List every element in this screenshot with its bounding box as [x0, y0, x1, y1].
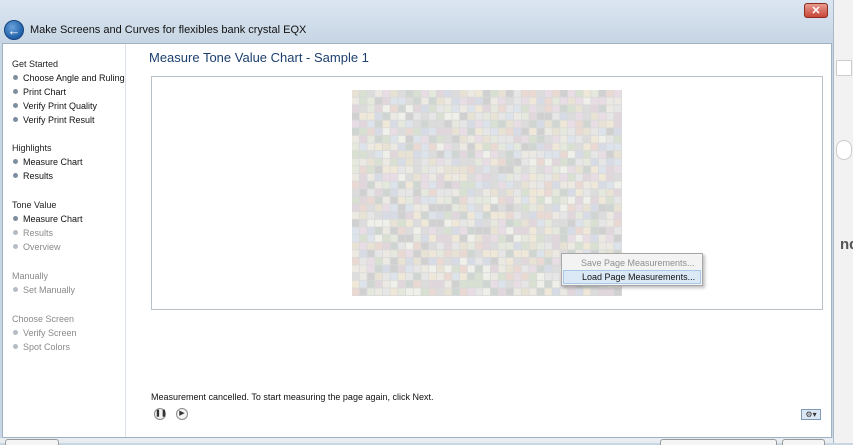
bullet-icon — [13, 330, 18, 335]
sidebar-item-label: Results — [23, 228, 54, 238]
sidebar-item-verify-print-result[interactable]: Verify Print Result — [12, 113, 125, 127]
nav-group-highlights: Highlights Measure Chart Results — [12, 141, 83, 183]
nav-heading: Manually — [12, 271, 49, 281]
play-icon: ▶ — [179, 410, 185, 417]
page-title: Measure Tone Value Chart - Sample 1 — [149, 50, 369, 65]
sidebar-item-label: Measure Chart — [23, 214, 83, 224]
play-button[interactable]: ▶ — [176, 408, 188, 420]
sidebar-item-label: Overview — [23, 242, 61, 252]
settings-dropdown-button[interactable]: ⚙▾ — [801, 409, 821, 420]
bullet-icon — [13, 344, 18, 349]
sidebar-item-label: Verify Print Quality — [23, 101, 98, 111]
background-window-control — [836, 60, 852, 76]
bullet-icon — [13, 230, 18, 235]
status-message: Measurement cancelled. To start measurin… — [151, 392, 434, 402]
context-menu: Save Page Measurements... Load Page Meas… — [561, 253, 703, 286]
sidebar-item-choose-angle[interactable]: Choose Angle and Ruling — [12, 71, 125, 85]
bullet-icon — [13, 89, 18, 94]
window-title: Make Screens and Curves for flexibles ba… — [30, 24, 307, 36]
sidebar-item-set-manually[interactable]: Set Manually — [12, 283, 75, 297]
bullet-icon — [13, 117, 18, 122]
sidebar-item-label: Print Chart — [23, 87, 67, 97]
bullet-icon — [13, 159, 18, 164]
sidebar-item-tone-results[interactable]: Results — [12, 226, 83, 240]
nav-group-get-started: Get Started Choose Angle and Ruling Prin… — [12, 57, 125, 127]
pause-icon: ❚❚ — [155, 410, 167, 417]
gear-dropdown-icon: ⚙▾ — [805, 410, 817, 419]
sidebar-item-tone-measure-chart[interactable]: Measure Chart — [12, 212, 83, 226]
close-button[interactable]: ✕ — [804, 3, 828, 18]
sidebar-item-label: Set Manually — [23, 285, 76, 295]
nav-heading: Highlights — [12, 143, 52, 153]
next-button[interactable] — [782, 439, 825, 445]
sidebar-item-highlights-results[interactable]: Results — [12, 169, 83, 183]
bullet-icon — [13, 216, 18, 221]
nav-group-choose-screen: Choose Screen Verify Screen Spot Colors — [12, 312, 77, 354]
nav-group-manually: Manually Set Manually — [12, 269, 75, 297]
sidebar-item-verify-print-quality[interactable]: Verify Print Quality — [12, 99, 125, 113]
nav-heading: Choose Screen — [12, 314, 75, 324]
sidebar-item-spot-colors[interactable]: Spot Colors — [12, 340, 77, 354]
nav-group-tone-value: Tone Value Measure Chart Results Overvie… — [12, 198, 83, 254]
wizard-client-area: Get Started Choose Angle and Ruling Prin… — [2, 43, 832, 438]
back-button[interactable] — [5, 439, 59, 445]
sidebar-item-label: Choose Angle and Ruling — [23, 73, 125, 83]
sidebar-item-label: Verify Screen — [23, 328, 77, 338]
window-titlebar: ← Make Screens and Curves for flexibles … — [0, 0, 833, 43]
sidebar-item-tone-overview[interactable]: Overview — [12, 240, 83, 254]
bullet-icon — [13, 244, 18, 249]
bullet-icon — [13, 287, 18, 292]
bullet-icon — [13, 75, 18, 80]
background-window-control — [836, 140, 852, 160]
back-arrow-icon[interactable]: ← — [4, 20, 24, 40]
sidebar-item-verify-screen[interactable]: Verify Screen — [12, 326, 77, 340]
button-bar-edge — [0, 438, 833, 445]
nav-heading: Get Started — [12, 59, 59, 69]
nav-heading: Tone Value — [12, 200, 57, 210]
sidebar-item-label: Spot Colors — [23, 342, 71, 352]
nav-button[interactable] — [660, 439, 777, 445]
sidebar-item-label: Measure Chart — [23, 157, 83, 167]
sidebar-item-print-chart[interactable]: Print Chart — [12, 85, 125, 99]
background-window-text: nd — [840, 236, 853, 253]
sidebar-item-highlights-measure-chart[interactable]: Measure Chart — [12, 155, 83, 169]
chart-preview-panel — [151, 76, 823, 310]
sidebar-nav: Get Started Choose Angle and Ruling Prin… — [3, 44, 126, 437]
bullet-icon — [13, 103, 18, 108]
menu-item-save-page-measurements[interactable]: Save Page Measurements... — [563, 256, 701, 270]
sidebar-item-label: Verify Print Result — [23, 115, 95, 125]
background-window-edge: nd — [833, 0, 853, 443]
bullet-icon — [13, 173, 18, 178]
pause-button[interactable]: ❚❚ — [154, 408, 167, 420]
menu-item-load-page-measurements[interactable]: Load Page Measurements... — [563, 270, 701, 284]
sidebar-item-label: Results — [23, 171, 54, 181]
